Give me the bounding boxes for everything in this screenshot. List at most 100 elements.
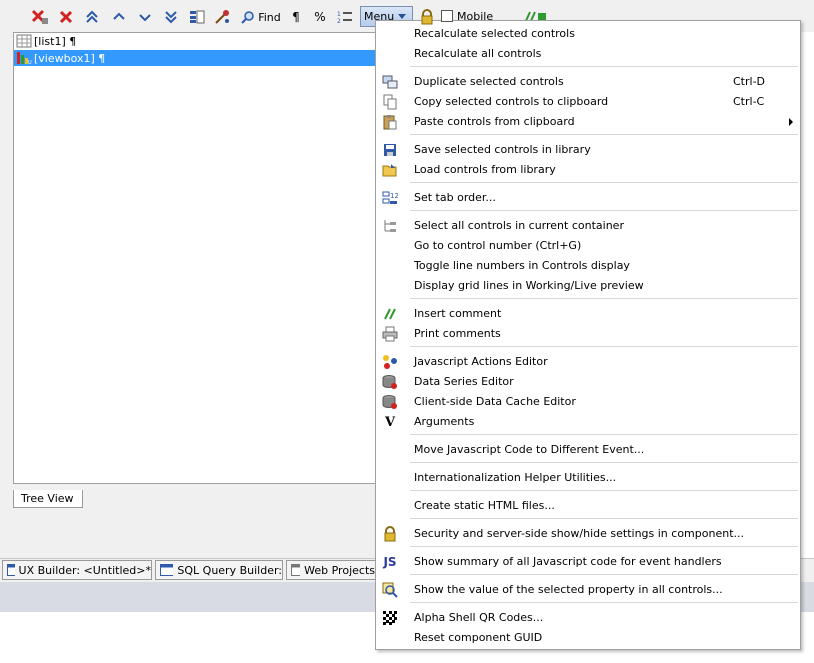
- lock-icon: [382, 526, 398, 542]
- menu-item-label: Show the value of the selected property …: [414, 583, 723, 596]
- controls-tree[interactable]: [list1] ¶ UX [viewbox1] ¶: [13, 32, 376, 484]
- tab-sql-query-builder[interactable]: SQL Query Builder:: [155, 560, 283, 580]
- menu-item-duplicate[interactable]: Duplicate selected controls Ctrl-D: [376, 72, 800, 92]
- tab-label: SQL Query Builder:: [177, 563, 282, 577]
- menu-item-label: Create static HTML files...: [414, 499, 555, 512]
- menu-item-label: Client-side Data Cache Editor: [414, 395, 576, 408]
- menu-item-insert-comment[interactable]: Insert comment: [376, 304, 800, 324]
- menu-item-label: Arguments: [414, 415, 475, 428]
- menu-separator: [410, 602, 798, 603]
- move-bottom-icon[interactable]: [163, 7, 179, 27]
- menu-separator: [410, 434, 798, 435]
- wand-icon[interactable]: [213, 7, 231, 27]
- percent-button[interactable]: %: [313, 7, 327, 27]
- delete-all-icon[interactable]: [31, 7, 49, 27]
- menu-item-reset-guid[interactable]: Reset component GUID: [376, 628, 800, 648]
- folder-icon: [382, 162, 398, 178]
- menu-item-label: Copy selected controls to clipboard: [414, 95, 609, 108]
- menu-item-javascript-summary[interactable]: JS Show summary of all Javascript code f…: [376, 552, 800, 572]
- move-top-icon[interactable]: [84, 7, 100, 27]
- menu-item-show-property-value[interactable]: Show the value of the selected property …: [376, 580, 800, 600]
- tree-row[interactable]: [list1] ¶: [14, 33, 76, 49]
- tab-tree-view[interactable]: Tree View: [13, 490, 83, 508]
- tree-row-label: [viewbox1] ¶: [34, 51, 106, 65]
- menu-item-label: Move Javascript Code to Different Event.…: [414, 443, 645, 456]
- move-up-icon[interactable]: [111, 7, 127, 27]
- menu-item-copy[interactable]: Copy selected controls to clipboard Ctrl…: [376, 92, 800, 112]
- tab-web-projects[interactable]: Web Projects: [286, 560, 376, 580]
- numbered-list-icon[interactable]: 12: [337, 7, 353, 27]
- menu-separator: [410, 298, 798, 299]
- menu-item-label: Show summary of all Javascript code for …: [414, 555, 722, 568]
- database-icon: [382, 374, 398, 390]
- menu-separator: [410, 462, 798, 463]
- menu-item-label: Recalculate all controls: [414, 47, 542, 60]
- actions-icon: [382, 354, 398, 370]
- menu-item-security-settings[interactable]: Security and server-side show/hide setti…: [376, 524, 800, 544]
- menu-item-label: Duplicate selected controls: [414, 75, 564, 88]
- menu-item-go-to-control[interactable]: Go to control number (Ctrl+G): [376, 236, 800, 256]
- menu-item-recalculate-all[interactable]: Recalculate all controls: [376, 44, 800, 64]
- paste-icon: [382, 114, 398, 130]
- menu-item-label: Save selected controls in library: [414, 143, 591, 156]
- menu-item-qr-codes[interactable]: Alpha Shell QR Codes...: [376, 608, 800, 628]
- menu-item-javascript-actions-editor[interactable]: Javascript Actions Editor: [376, 352, 800, 372]
- menu-item-label: Alpha Shell QR Codes...: [414, 611, 544, 624]
- window-icon: [160, 564, 174, 576]
- magnifier-icon: [382, 582, 398, 598]
- svg-text:12: 12: [390, 192, 398, 200]
- tab-label: Web Projects: [304, 563, 375, 577]
- menu-item-label: Select all controls in current container: [414, 219, 624, 232]
- tab-order-icon: 12: [382, 190, 398, 206]
- chevron-down-icon: [398, 14, 407, 19]
- viewbox-icon: UX: [17, 52, 32, 65]
- find-label: Find: [258, 10, 281, 24]
- menu-item-load-library[interactable]: Load controls from library: [376, 160, 800, 180]
- menu-item-label: Reset component GUID: [414, 631, 543, 644]
- menu-shortcut: Ctrl-D: [733, 75, 766, 88]
- submenu-arrow-icon: [789, 118, 793, 126]
- menu-item-label: Internationalization Helper Utilities...: [414, 471, 617, 484]
- menu-item-recalculate-selected[interactable]: Recalculate selected controls: [376, 24, 800, 44]
- menu-item-arguments[interactable]: V Arguments: [376, 412, 800, 432]
- menu-item-toggle-line-numbers[interactable]: Toggle line numbers in Controls display: [376, 256, 800, 276]
- menu-item-print-comments[interactable]: Print comments: [376, 324, 800, 344]
- menu-separator: [410, 518, 798, 519]
- tree-row-selected[interactable]: UX [viewbox1] ¶: [14, 50, 376, 66]
- mobile-checkbox[interactable]: [441, 10, 453, 22]
- js-icon: JS: [383, 555, 397, 569]
- window-icon: [7, 564, 15, 576]
- percent-label: %: [314, 10, 326, 24]
- menu-separator: [410, 346, 798, 347]
- menu-item-label: Toggle line numbers in Controls display: [414, 259, 630, 272]
- comment-toolbar-icon[interactable]: [523, 10, 553, 20]
- svg-text:1: 1: [337, 11, 341, 18]
- move-down-icon[interactable]: [137, 7, 153, 27]
- menu-item-label: Insert comment: [414, 307, 502, 320]
- tree-row-label: [list1] ¶: [34, 34, 77, 48]
- menu-item-data-cache-editor[interactable]: Client-side Data Cache Editor: [376, 392, 800, 412]
- delete-icon[interactable]: [58, 7, 74, 27]
- menu-separator: [410, 490, 798, 491]
- copy-icon: [382, 94, 398, 110]
- menu-item-move-javascript-code[interactable]: Move Javascript Code to Different Event.…: [376, 440, 800, 460]
- menu-item-label: Data Series Editor: [414, 375, 514, 388]
- menu-item-save-library[interactable]: Save selected controls in library: [376, 140, 800, 160]
- menu-item-internationalization[interactable]: Internationalization Helper Utilities...: [376, 468, 800, 488]
- lock-icon[interactable]: [420, 9, 434, 25]
- menu-item-select-all[interactable]: Select all controls in current container: [376, 216, 800, 236]
- menu-item-create-static-html[interactable]: Create static HTML files...: [376, 496, 800, 516]
- properties-icon[interactable]: [188, 7, 206, 27]
- menu-item-label: Javascript Actions Editor: [414, 355, 548, 368]
- pilcrow-button[interactable]: ¶: [290, 7, 302, 27]
- menu-item-paste[interactable]: Paste controls from clipboard: [376, 112, 800, 132]
- menu-item-set-tab-order[interactable]: 12 Set tab order...: [376, 188, 800, 208]
- menu-item-display-grid-lines[interactable]: Display grid lines in Working/Live previ…: [376, 276, 800, 296]
- context-menu: Recalculate selected controls Recalculat…: [375, 20, 801, 650]
- menu-item-label: Recalculate selected controls: [414, 27, 575, 40]
- find-button[interactable]: Find: [240, 7, 282, 27]
- window-icon: [291, 564, 301, 576]
- tab-ux-builder[interactable]: UX Builder: <Untitled>*: [2, 560, 152, 580]
- menu-item-data-series-editor[interactable]: Data Series Editor: [376, 372, 800, 392]
- menu-separator: [410, 134, 798, 135]
